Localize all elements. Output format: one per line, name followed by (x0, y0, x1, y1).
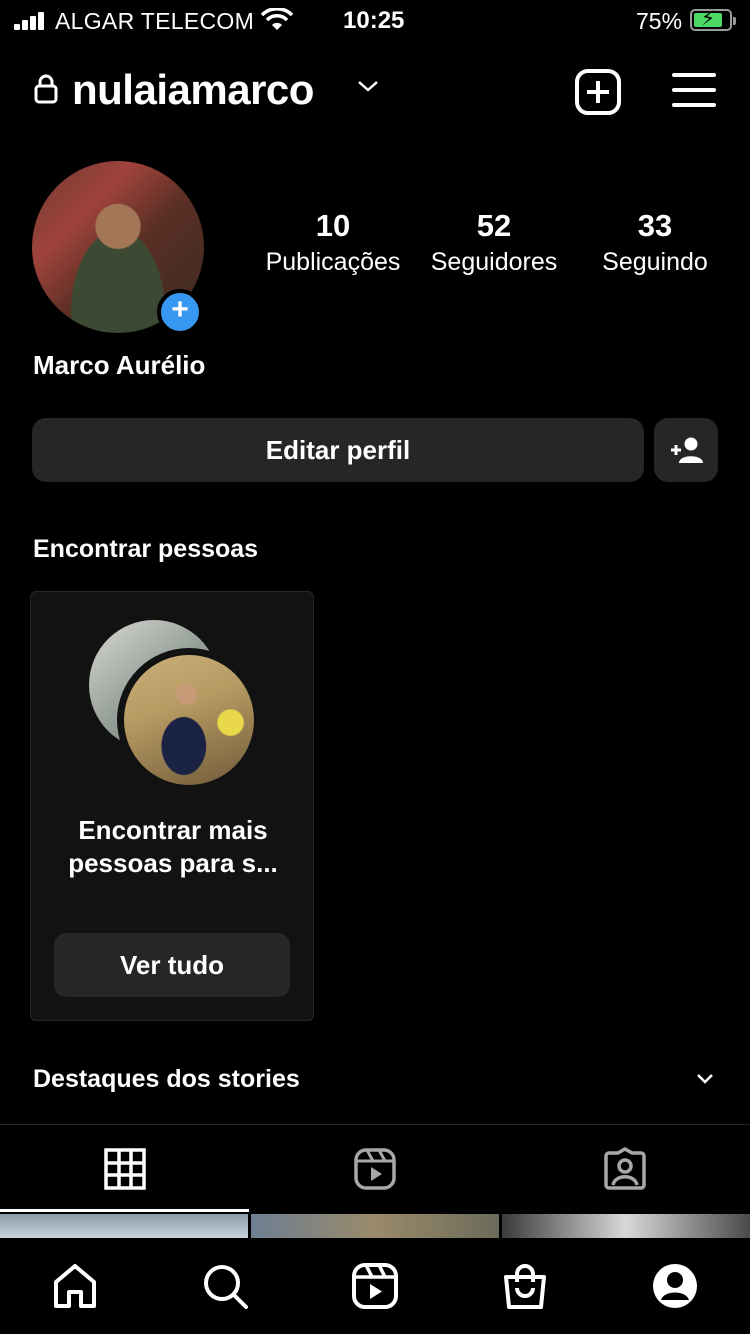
stat-label: Seguidores (430, 248, 558, 276)
stat-following[interactable]: 33 Seguindo (580, 208, 730, 277)
stat-label: Seguindo (602, 248, 708, 276)
tab-tagged[interactable] (500, 1125, 750, 1215)
lock-icon (34, 74, 58, 104)
stat-label: Publicações (265, 248, 401, 276)
reels-icon[interactable] (351, 1262, 399, 1310)
status-bar: ALGAR TELECOM 10:25 75% ⚡ (0, 0, 750, 42)
profile-header: nulaiamarco (0, 62, 750, 120)
home-icon[interactable] (51, 1262, 99, 1310)
active-tab-indicator (0, 1209, 249, 1212)
posts-grid (0, 1214, 750, 1238)
story-highlights-title[interactable]: Destaques dos stories (33, 1065, 300, 1094)
stat-value: 52 (476, 208, 512, 243)
bottom-navigation (0, 1238, 750, 1334)
stat-followers[interactable]: 52 Seguidores (419, 208, 569, 277)
tagged-icon (604, 1147, 646, 1190)
battery-percentage: 75% (636, 8, 683, 34)
reels-icon (354, 1148, 396, 1190)
shop-icon[interactable] (501, 1262, 549, 1310)
tab-reels[interactable] (250, 1125, 500, 1215)
stat-value: 33 (637, 208, 673, 243)
add-person-icon (671, 437, 703, 463)
profile-icon[interactable] (651, 1262, 699, 1310)
signal-icon (14, 12, 46, 30)
suggestion-card[interactable]: Encontrar mais pessoas para s... Ver tud… (30, 591, 314, 1021)
profile-avatar[interactable]: + (32, 161, 204, 335)
battery-icon: ⚡ (690, 9, 736, 31)
tab-posts[interactable] (0, 1125, 250, 1215)
discover-people-title: Encontrar pessoas (33, 535, 259, 563)
profile-tabs (0, 1125, 750, 1215)
suggestion-text: Encontrar mais pessoas para s... (68, 815, 278, 878)
see-all-button[interactable]: Ver tudo (54, 933, 290, 997)
display-name: Marco Aurélio (33, 350, 206, 380)
add-story-icon[interactable]: + (157, 289, 203, 335)
username[interactable]: nulaiamarco (72, 66, 314, 114)
wifi-icon (261, 8, 293, 30)
clock: 10:25 (343, 7, 405, 34)
discover-people-button[interactable] (654, 418, 718, 482)
grid-icon (104, 1148, 146, 1190)
edit-profile-button[interactable]: Editar perfil (32, 418, 644, 482)
post-thumbnail[interactable] (0, 1214, 248, 1238)
stat-value: 10 (315, 208, 351, 243)
search-icon[interactable] (201, 1262, 249, 1310)
carrier-name: ALGAR TELECOM (55, 8, 255, 34)
stat-posts[interactable]: 10 Publicações (258, 208, 408, 277)
chevron-down-icon[interactable] (695, 1072, 715, 1086)
post-thumbnail[interactable] (502, 1214, 750, 1238)
post-thumbnail[interactable] (251, 1214, 499, 1238)
chevron-down-icon[interactable] (356, 78, 380, 94)
new-post-icon[interactable] (574, 68, 622, 116)
suggested-avatar (124, 655, 254, 785)
menu-icon[interactable] (672, 72, 716, 108)
